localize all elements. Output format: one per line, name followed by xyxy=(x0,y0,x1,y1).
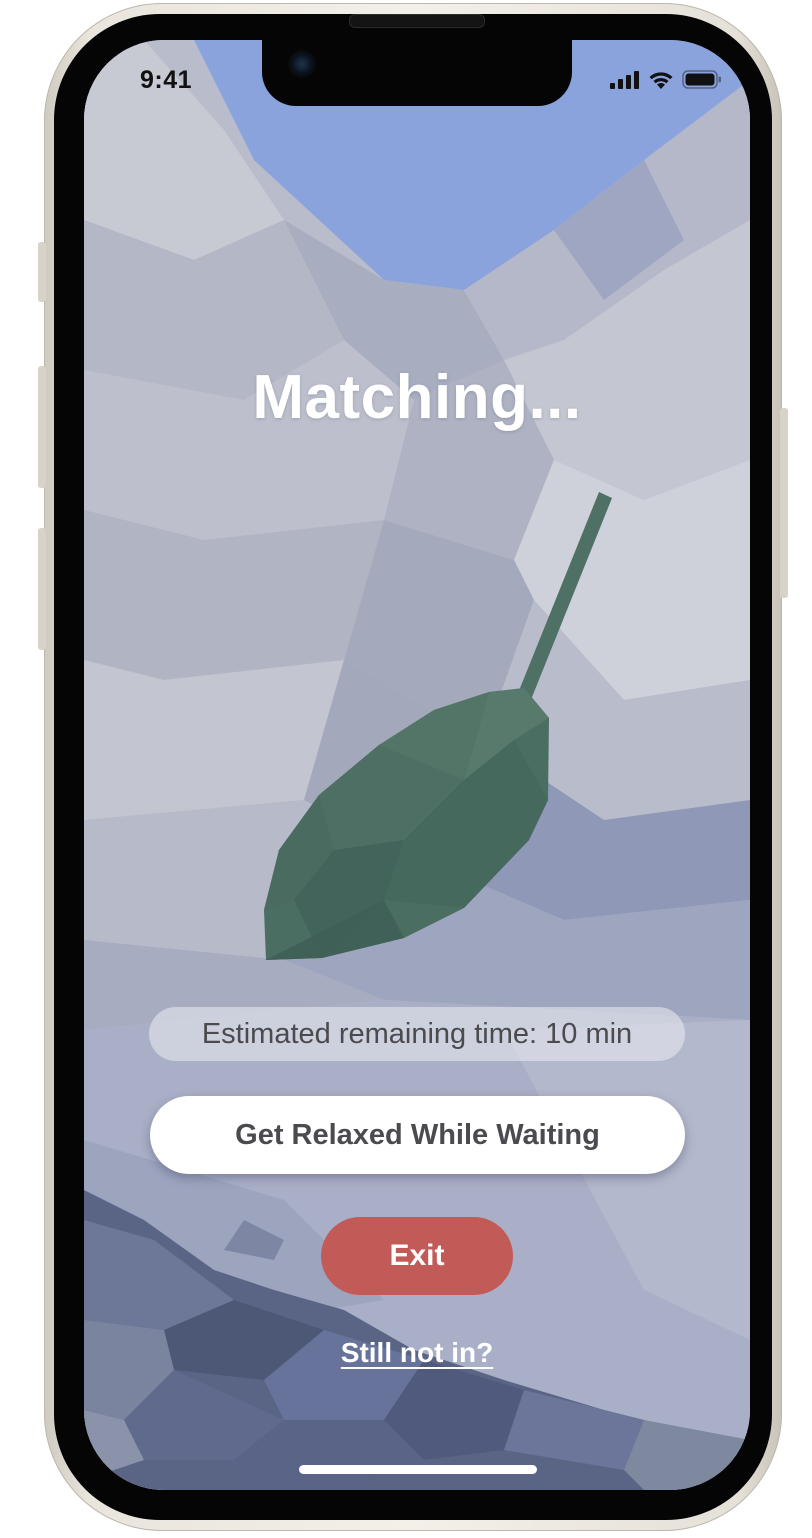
estimated-time-text: Estimated remaining time: 10 min xyxy=(201,1017,633,1050)
battery-icon xyxy=(682,70,721,89)
camera-icon xyxy=(288,50,316,78)
exit-button[interactable]: Exit xyxy=(321,1217,513,1295)
get-relaxed-button[interactable]: Get Relaxed While Waiting xyxy=(150,1096,685,1174)
volume-up-button xyxy=(38,366,46,488)
get-relaxed-button-label: Get Relaxed While Waiting xyxy=(235,1118,600,1151)
matching-title: Matching... xyxy=(252,363,582,432)
earpiece-speaker xyxy=(349,14,485,28)
power-button xyxy=(780,408,788,598)
exit-button-label: Exit xyxy=(389,1239,445,1272)
app-screen: 9:41 Matching... Estimated remaining tim… xyxy=(84,40,750,1490)
status-icons xyxy=(610,70,722,89)
silent-switch xyxy=(38,242,46,302)
home-indicator[interactable] xyxy=(299,1465,537,1474)
volume-down-button xyxy=(38,528,46,650)
still-not-in-link[interactable]: Still not in? xyxy=(84,1337,750,1369)
status-time: 9:41 xyxy=(140,66,193,94)
cellular-signal-icon xyxy=(610,70,639,89)
wifi-icon xyxy=(649,72,673,89)
estimated-time-badge: Estimated remaining time: 10 min xyxy=(149,1007,685,1061)
